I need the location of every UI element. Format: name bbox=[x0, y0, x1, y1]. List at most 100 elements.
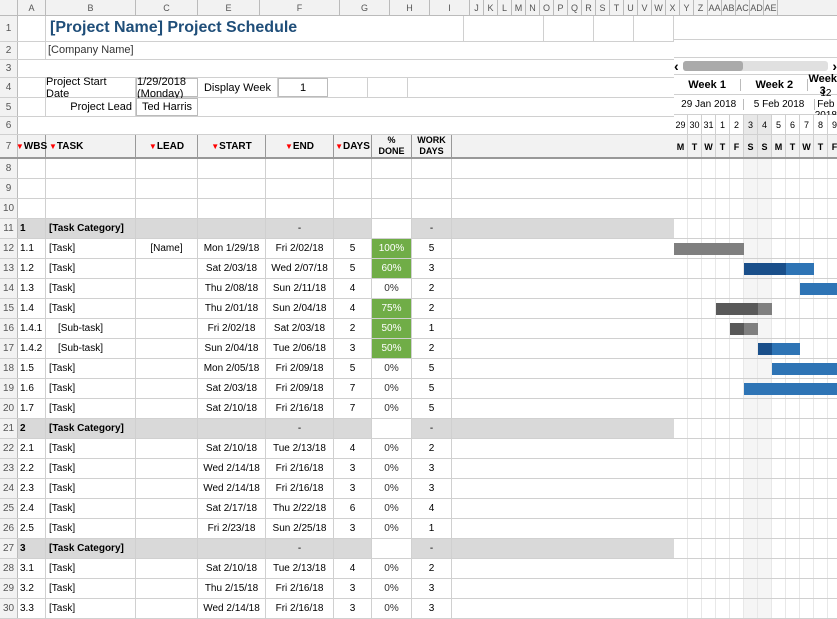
gantt-row2 bbox=[674, 40, 837, 57]
lead-cell bbox=[136, 319, 198, 338]
task-cell: [Task] bbox=[46, 499, 136, 518]
next-week-btn[interactable]: › bbox=[832, 58, 837, 74]
table-row: 293.2[Task]Thu 2/15/18Fri 2/16/1830%3 bbox=[0, 579, 674, 599]
lead-cell bbox=[136, 179, 198, 198]
task-cell: [Task Category] bbox=[46, 219, 136, 238]
display-week-label: Display Week bbox=[198, 78, 278, 97]
start-cell bbox=[198, 159, 266, 178]
prev-week-btn[interactable]: ‹ bbox=[674, 58, 679, 74]
wbs-cell: 2 bbox=[18, 419, 46, 438]
lead-cell bbox=[136, 359, 198, 378]
col-m: M bbox=[512, 0, 526, 15]
gantt-bar bbox=[674, 243, 744, 255]
start-cell bbox=[198, 419, 266, 438]
start-date-value[interactable]: 1/29/2018 (Monday) bbox=[136, 78, 198, 97]
gantt-row bbox=[674, 219, 837, 239]
start-cell bbox=[198, 179, 266, 198]
row-num-4: 4 bbox=[0, 78, 18, 97]
col-header-task: ▼TASK bbox=[46, 135, 136, 157]
row-num-1: 1 bbox=[0, 16, 18, 41]
gantt-row bbox=[674, 159, 837, 179]
wbs-cell: 1.6 bbox=[18, 379, 46, 398]
row-num: 28 bbox=[0, 559, 18, 578]
row-num: 30 bbox=[0, 599, 18, 618]
end-cell: Wed 2/07/18 bbox=[266, 259, 334, 278]
col-header-c: C bbox=[136, 0, 198, 15]
pct-cell: 0% bbox=[372, 439, 412, 458]
row-num: 9 bbox=[0, 179, 18, 198]
gantt-dates-row: 29 Jan 2018 5 Feb 2018 12 Feb 2018 bbox=[674, 95, 837, 115]
work-cell: 2 bbox=[412, 299, 452, 318]
day-letter-1: T bbox=[688, 135, 702, 157]
start-cell: Thu 2/08/18 bbox=[198, 279, 266, 298]
start-cell: Wed 2/14/18 bbox=[198, 459, 266, 478]
project-title: [Project Name] Project Schedule bbox=[46, 19, 402, 37]
gantt-row bbox=[674, 279, 837, 299]
row-num: 29 bbox=[0, 579, 18, 598]
end-cell: - bbox=[266, 539, 334, 558]
lead-value[interactable]: Ted Harris bbox=[136, 98, 198, 115]
lead-cell bbox=[136, 499, 198, 518]
company-row: 2 [Company Name] bbox=[0, 42, 674, 60]
days-cell bbox=[334, 419, 372, 438]
lead-cell bbox=[136, 559, 198, 578]
table-row: 303.3[Task]Wed 2/14/18Fri 2/16/1830%3 bbox=[0, 599, 674, 619]
gantt-row bbox=[674, 319, 837, 339]
task-cell: [Task] bbox=[46, 439, 136, 458]
days-cell: 5 bbox=[334, 359, 372, 378]
gantt-day-nums-row: 293031123456789101112131415161718 bbox=[674, 115, 837, 135]
start-cell: Fri 2/23/18 bbox=[198, 519, 266, 538]
col-header-pct: %DONE bbox=[372, 135, 412, 157]
col-v: V bbox=[638, 0, 652, 15]
end-cell: Sun 2/25/18 bbox=[266, 519, 334, 538]
start-cell: Mon 1/29/18 bbox=[198, 239, 266, 258]
end-cell: Sun 2/11/18 bbox=[266, 279, 334, 298]
day-num-4: 2 bbox=[730, 115, 744, 134]
work-cell: 5 bbox=[412, 359, 452, 378]
task-cell: [Task] bbox=[46, 399, 136, 418]
gantt-done-bar bbox=[730, 323, 744, 335]
row-num: 17 bbox=[0, 339, 18, 358]
table-row: 262.5[Task]Fri 2/23/18Sun 2/25/1830%1 bbox=[0, 519, 674, 539]
day-num-9: 7 bbox=[800, 115, 814, 134]
day-num-3: 1 bbox=[716, 115, 730, 134]
row-num-3: 3 bbox=[0, 60, 18, 77]
task-cell: [Task Category] bbox=[46, 419, 136, 438]
gantt-done-bar bbox=[716, 303, 758, 315]
col-r: R bbox=[582, 0, 596, 15]
lead-cell bbox=[136, 259, 198, 278]
gantt-row bbox=[674, 399, 837, 419]
task-cell: [Task] bbox=[46, 519, 136, 538]
day-letter-9: W bbox=[800, 135, 814, 157]
lead-cell bbox=[136, 219, 198, 238]
pct-cell: 0% bbox=[372, 519, 412, 538]
wbs-cell: 2.3 bbox=[18, 479, 46, 498]
lead-cell: [Name] bbox=[136, 239, 198, 258]
task-cell bbox=[46, 199, 136, 218]
table-row: 161.4.1[Sub-task]Fri 2/02/18Sat 2/03/182… bbox=[0, 319, 674, 339]
gantt-row bbox=[674, 239, 837, 259]
task-cell: [Task] bbox=[46, 239, 136, 258]
pct-cell bbox=[372, 179, 412, 198]
col-q: Q bbox=[568, 0, 582, 15]
day-num-0: 29 bbox=[674, 115, 688, 134]
gantt-row bbox=[674, 599, 837, 619]
work-cell: 2 bbox=[412, 339, 452, 358]
row-num: 24 bbox=[0, 479, 18, 498]
wbs-cell: 2.1 bbox=[18, 439, 46, 458]
wbs-cell bbox=[18, 179, 46, 198]
wbs-cell: 3.3 bbox=[18, 599, 46, 618]
col-w: W bbox=[652, 0, 666, 15]
end-cell: Fri 2/16/18 bbox=[266, 399, 334, 418]
pct-cell: 100% bbox=[372, 239, 412, 258]
end-cell: Fri 2/16/18 bbox=[266, 579, 334, 598]
row-num: 12 bbox=[0, 239, 18, 258]
col-ab: AB bbox=[722, 0, 736, 15]
gantt-row bbox=[674, 559, 837, 579]
row-num: 18 bbox=[0, 359, 18, 378]
pct-cell: 0% bbox=[372, 559, 412, 578]
table-row: 8 bbox=[0, 159, 674, 179]
wbs-cell: 2.2 bbox=[18, 459, 46, 478]
display-week-value[interactable]: 1 bbox=[278, 78, 328, 97]
start-cell: Sat 2/03/18 bbox=[198, 379, 266, 398]
